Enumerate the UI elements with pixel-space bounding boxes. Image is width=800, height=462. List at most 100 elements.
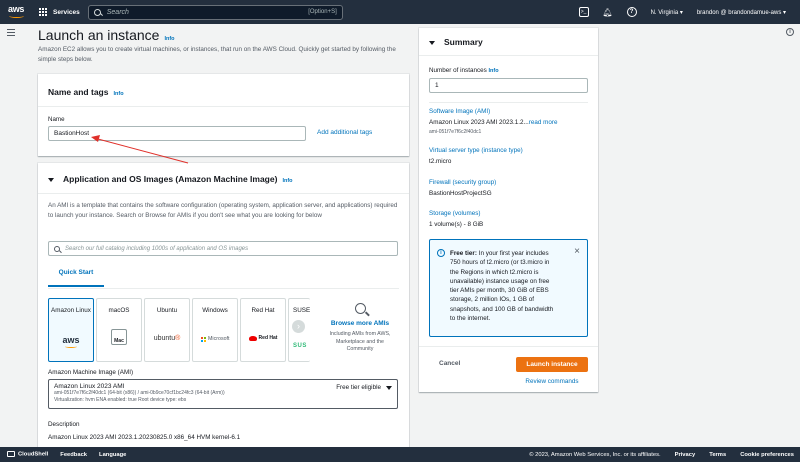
browse-more-amis-link[interactable]: Browse more AMIs [328, 320, 392, 327]
aws-logo-text: aws [8, 4, 25, 14]
cancel-button[interactable]: Cancel [439, 360, 460, 367]
name-and-tags-heading: Name and tags Info [48, 87, 124, 97]
read-more-link[interactable]: read more [529, 119, 558, 126]
free-tier-text: Free tier: In your first year includes 7… [450, 250, 554, 323]
name-and-tags-title: Name and tags [48, 87, 109, 97]
add-additional-tags-link[interactable]: Add additional tags [317, 129, 372, 136]
cloudshell-icon[interactable]: >_ [578, 7, 589, 17]
number-of-instances-value: 1 [435, 82, 439, 89]
tab-divider [48, 288, 399, 289]
instance-type-label[interactable]: Virtual server type (instance type) [429, 147, 523, 154]
aws-smile-icon [9, 14, 24, 18]
ami-meta: Virtualization: hvm ENA enabled: true Ro… [54, 396, 187, 403]
browse-more-amis[interactable]: Browse more AMIs Including AMIs from AWS… [328, 300, 392, 354]
os-card-macos[interactable]: macOS Mac [96, 298, 142, 362]
os-name: Windows [202, 307, 228, 314]
firewall-label[interactable]: Firewall (security group) [429, 179, 496, 186]
description-label: Description [48, 421, 80, 428]
review-commands-link[interactable]: Review commands [516, 378, 588, 385]
free-tier-alert: i Free tier: In your first year includes… [429, 239, 588, 337]
software-image-label[interactable]: Software Image (AMI) [429, 108, 490, 115]
num-info-link[interactable]: Info [489, 68, 499, 74]
language-link[interactable]: Language [99, 452, 126, 458]
top-navigation: aws Services Search [Option+S] >_ 🔔︎ ? N… [0, 0, 800, 24]
services-label: Services [53, 8, 80, 16]
cloudshell-button[interactable]: CloudShell [7, 451, 48, 458]
services-menu-button[interactable]: Services [39, 7, 80, 17]
terms-link[interactable]: Terms [709, 452, 726, 458]
bell-icon[interactable]: 🔔︎ [603, 7, 613, 17]
browse-more-amis-sub: Including AMIs from AWS, Marketplace and… [329, 331, 391, 352]
name-label: Name [48, 116, 65, 123]
search-placeholder: Search [106, 8, 129, 16]
name-and-tags-panel: Name and tags Info Name BastionHost Add … [38, 74, 409, 156]
title-info-link[interactable]: Info [164, 36, 174, 42]
grid-icon [39, 7, 48, 17]
menu-icon[interactable] [7, 29, 15, 36]
feedback-link[interactable]: Feedback [60, 452, 87, 458]
description-value: Amazon Linux 2023 AMI 2023.1.20230825.0 … [48, 434, 241, 441]
aws-logo[interactable]: aws [7, 3, 29, 21]
account-menu[interactable]: brandon @ brandondamue-aws ▾ [697, 9, 786, 16]
software-image-id: ami-051f7e7f6c2f40dc1 [429, 129, 482, 135]
storage-label[interactable]: Storage (volumes) [429, 210, 480, 217]
tab-quick-start[interactable]: Quick Start [48, 269, 104, 287]
instance-name-value: BastionHost [54, 130, 90, 137]
copyright: © 2023, Amazon Web Services, Inc. or its… [529, 451, 661, 458]
page-intro: Amazon EC2 allows you to create virtual … [38, 46, 396, 63]
divider [429, 102, 588, 103]
instance-type-value: t2.micro [429, 158, 452, 165]
nav-right-group: >_ 🔔︎ ? N. Virginia ▾ brandon @ brandond… [578, 0, 800, 24]
free-tier-badge: Free tier eligible [336, 384, 381, 391]
os-card-amazon-linux[interactable]: Amazon Linux aws [48, 298, 94, 362]
os-name: Red Hat [251, 307, 275, 314]
os-card-red-hat[interactable]: Red Hat Red Hat [240, 298, 286, 362]
ami-description: An AMI is a template that contains the s… [48, 202, 398, 219]
software-image-value: Amazon Linux 2023 AMI 2023.1.2...read mo… [429, 119, 558, 126]
info-panel-icon[interactable]: i [786, 28, 794, 36]
instance-name-input[interactable]: BastionHost [48, 126, 306, 141]
caret-down-icon [48, 178, 54, 182]
footer-left: CloudShell Feedback Language [7, 451, 126, 458]
search-shortcut: [Option+S] [308, 9, 337, 15]
ami-select[interactable]: Amazon Linux 2023 AMI ami-051f7e7f6c2f40… [48, 379, 398, 409]
global-search-input[interactable]: Search [Option+S] [87, 4, 343, 20]
page-title: Launch an instance Info [38, 27, 175, 43]
name-tags-info-link[interactable]: Info [113, 91, 123, 97]
launch-instance-button[interactable]: Launch instance [516, 357, 588, 372]
ami-search-input[interactable]: Search our full catalog including 1000s … [48, 241, 398, 256]
redhat-logo-icon: Red Hat [241, 335, 285, 343]
divider [38, 193, 409, 194]
cookie-preferences-link[interactable]: Cookie preferences [740, 452, 794, 458]
privacy-link[interactable]: Privacy [675, 452, 696, 458]
ami-heading[interactable]: Application and OS Images (Amazon Machin… [48, 174, 293, 184]
number-of-instances-label: Number of instances Info [429, 67, 499, 74]
storage-value: 1 volume(s) - 8 GiB [429, 221, 484, 228]
suse-logo-icon: SUS [293, 343, 307, 349]
firewall-value: BastionHostProjectSG [429, 190, 492, 197]
microsoft-logo-icon: Microsoft [193, 335, 237, 342]
close-icon[interactable]: × [574, 246, 580, 257]
search-icon [54, 245, 60, 252]
footer-right: © 2023, Amazon Web Services, Inc. or its… [529, 452, 794, 458]
dropdown-caret-icon [386, 386, 392, 390]
info-icon: i [437, 249, 445, 257]
summary-heading[interactable]: Summary [429, 37, 483, 47]
os-card-ubuntu[interactable]: Ubuntu ubuntu® [144, 298, 190, 362]
ami-select-label: Amazon Machine Image (AMI) [48, 369, 134, 376]
summary-panel: Summary Number of instances Info 1 Softw… [419, 28, 598, 392]
os-name: macOS [108, 307, 130, 314]
divider [38, 106, 409, 107]
mac-logo-icon: Mac [97, 329, 141, 345]
os-name: Amazon Linux [51, 307, 91, 314]
number-of-instances-input[interactable]: 1 [429, 78, 588, 93]
os-card-windows[interactable]: Windows Microsoft [192, 298, 238, 362]
caret-down-icon [429, 41, 435, 45]
application-os-images-panel: Application and OS Images (Amazon Machin… [38, 163, 409, 453]
search-icon [354, 303, 366, 314]
chevron-right-icon[interactable]: › [292, 320, 305, 333]
region-selector[interactable]: N. Virginia ▾ [651, 9, 683, 16]
help-icon[interactable]: ? [626, 7, 637, 17]
cloudshell-icon [7, 451, 15, 458]
ami-info-link[interactable]: Info [282, 178, 292, 184]
